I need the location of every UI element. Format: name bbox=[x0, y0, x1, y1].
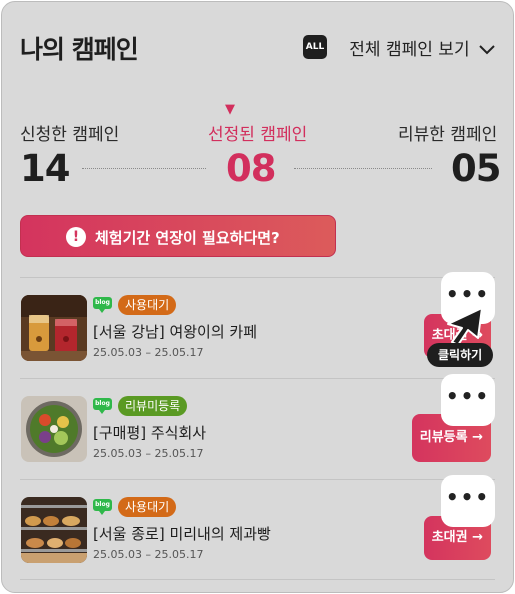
campaign-list: blog 사용대기 [서울 강남] 여왕이의 카페 25.05.03 – 25.… bbox=[20, 272, 495, 580]
campaign-name: [서울 강남] 여왕이의 카페 bbox=[93, 323, 258, 341]
stat-review-label: 리뷰한 캠페인 bbox=[398, 125, 498, 145]
stat-selected-value: 08 bbox=[226, 147, 276, 190]
more-icon: ••• bbox=[445, 282, 491, 306]
campaign-name: [구매평] 주식회사 bbox=[93, 424, 207, 442]
chevron-down-icon bbox=[479, 45, 495, 55]
page-title: 나의 캠페인 bbox=[20, 35, 139, 64]
blog-icon: blog bbox=[93, 398, 112, 414]
divider bbox=[294, 168, 432, 169]
campaign-thumbnail bbox=[21, 295, 87, 361]
status-badge: 리뷰미등록 bbox=[118, 396, 188, 416]
stat-applied-value: 14 bbox=[20, 147, 70, 190]
alert-icon: ! bbox=[66, 227, 86, 247]
status-badge: 사용대기 bbox=[118, 497, 177, 517]
blog-icon: blog bbox=[93, 499, 112, 515]
more-icon: ••• bbox=[445, 384, 491, 408]
list-item[interactable]: blog 사용대기 [서울 종로] 미리내의 제과빵 25.05.03 – 25… bbox=[20, 475, 495, 580]
more-options-button[interactable]: ••• bbox=[441, 374, 495, 426]
extension-notice-button[interactable]: ! 체험기간 연장이 필요하다면? bbox=[20, 215, 336, 257]
cursor-icon bbox=[447, 307, 483, 346]
active-indicator-icon: ▼ bbox=[225, 102, 235, 117]
list-item[interactable]: blog 사용대기 [서울 강남] 여왕이의 카페 25.05.03 – 25.… bbox=[20, 272, 495, 378]
header: 나의 캠페인 ALL 전체 캠페인 보기 bbox=[20, 30, 495, 66]
view-all-campaigns-link[interactable]: 전체 캠페인 보기 bbox=[349, 35, 495, 60]
stat-review-value: 05 bbox=[451, 147, 501, 190]
list-item[interactable]: blog 리뷰미등록 [구매평] 주식회사 25.05.03 – 25.05.1… bbox=[20, 374, 495, 479]
view-all-label: 전체 캠페인 보기 bbox=[349, 40, 470, 60]
status-badge: 사용대기 bbox=[118, 295, 177, 315]
more-icon: ••• bbox=[445, 485, 491, 509]
campaign-stats: 신청한 캠페인 14 ▼ 선정된 캠페인 08 리뷰한 캠페인 05 bbox=[20, 102, 501, 192]
more-options-button[interactable]: ••• bbox=[441, 475, 495, 527]
campaign-date: 25.05.03 – 25.05.17 bbox=[93, 548, 204, 561]
tooltip: 클릭하기 bbox=[427, 343, 494, 367]
stat-applied-label: 신청한 캠페인 bbox=[20, 125, 120, 145]
campaign-name: [서울 종로] 미리내의 제과빵 bbox=[93, 525, 271, 543]
notice-label: 체험기간 연장이 필요하다면? bbox=[95, 229, 280, 247]
stat-selected-label: 선정된 캠페인 bbox=[208, 125, 308, 145]
campaign-thumbnail bbox=[21, 497, 87, 563]
campaign-date: 25.05.03 – 25.05.17 bbox=[93, 447, 204, 460]
blog-icon: blog bbox=[93, 297, 112, 313]
my-campaign-card: 나의 캠페인 ALL 전체 캠페인 보기 신청한 캠페인 14 ▼ 선정된 캠페… bbox=[1, 1, 514, 593]
campaign-thumbnail bbox=[21, 396, 87, 462]
campaign-date: 25.05.03 – 25.05.17 bbox=[93, 346, 204, 359]
all-filter-badge[interactable]: ALL bbox=[303, 35, 327, 59]
divider bbox=[82, 168, 206, 169]
